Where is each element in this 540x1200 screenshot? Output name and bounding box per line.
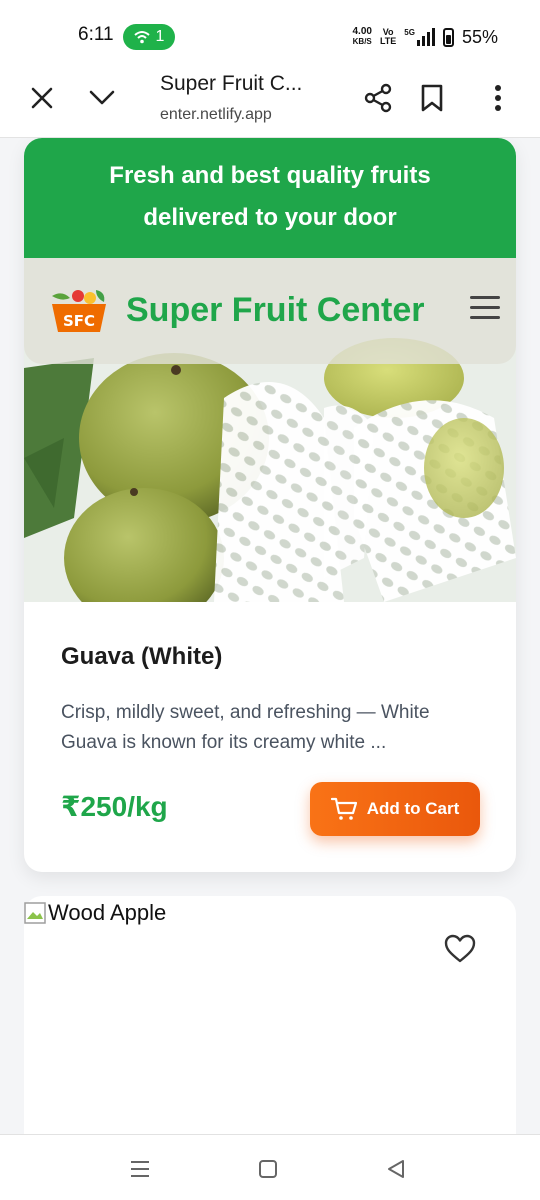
promo-line-1: Fresh and best quality fruits bbox=[109, 162, 431, 189]
fruit-basket-logo-icon: SFC bbox=[52, 290, 106, 332]
recent-apps-button[interactable] bbox=[126, 1155, 154, 1183]
product-description: Crisp, mildly sweet, and refreshing — Wh… bbox=[61, 702, 430, 753]
signal-group: 5G bbox=[404, 28, 435, 46]
net-speed-unit: KB/S bbox=[352, 37, 372, 46]
image-alt-text: Wood Apple bbox=[48, 900, 167, 925]
bookmark-icon bbox=[421, 84, 443, 112]
product-card: Fresh and best quality fruits delivered … bbox=[24, 138, 516, 872]
add-to-cart-button[interactable]: Add to Cart bbox=[310, 782, 480, 836]
chevron-down-icon bbox=[89, 90, 115, 105]
hamburger-menu-button[interactable] bbox=[470, 296, 500, 322]
page-url: enter.netlify.app bbox=[160, 106, 272, 123]
status-icons: 4.00 KB/S Vo LTE 5G 55% bbox=[352, 24, 498, 50]
volte-bottom: LTE bbox=[379, 36, 397, 46]
network-speed: 4.00 KB/S bbox=[352, 27, 371, 47]
product-card-2: Wood Apple bbox=[24, 896, 516, 1134]
net-speed-value: 4.00 bbox=[352, 26, 372, 37]
close-tab-button[interactable] bbox=[22, 78, 62, 118]
web-page: Fresh and best quality fruits delivered … bbox=[0, 138, 540, 1134]
status-time: 6:11 bbox=[78, 24, 114, 45]
recents-icon bbox=[131, 1161, 149, 1177]
page-title: Super Fruit C... bbox=[160, 72, 303, 95]
wifi-hotspot-icon bbox=[133, 31, 150, 44]
favorite-button[interactable] bbox=[444, 934, 478, 968]
bookmark-button[interactable] bbox=[412, 78, 452, 118]
back-triangle-icon bbox=[388, 1160, 404, 1178]
close-icon bbox=[31, 87, 53, 109]
network-type: 5G bbox=[404, 28, 415, 37]
battery-icon bbox=[442, 27, 454, 47]
promo-banner: Fresh and best quality fruits delivered … bbox=[24, 138, 516, 258]
battery-level: 55% bbox=[461, 26, 498, 47]
address-bar[interactable]: Super Fruit C... enter.netlify.app bbox=[160, 70, 350, 124]
heart-icon bbox=[444, 934, 476, 963]
system-nav-bar bbox=[0, 1134, 540, 1200]
home-square-icon bbox=[259, 1160, 277, 1178]
home-button[interactable] bbox=[254, 1155, 282, 1183]
site-header: SFC Super Fruit Center bbox=[24, 258, 516, 364]
share-button[interactable] bbox=[358, 78, 398, 118]
menu-icon bbox=[470, 296, 500, 299]
share-icon bbox=[364, 83, 392, 113]
hotspot-indicator: 1 bbox=[123, 24, 175, 50]
promo-line-2: delivered to your door bbox=[143, 204, 397, 231]
status-bar: 6:11 1 4.00 KB/S Vo LTE 5G 55% bbox=[0, 0, 540, 70]
broken-image-icon bbox=[24, 902, 46, 924]
volte-indicator: Vo LTE bbox=[380, 28, 396, 46]
signal-icon bbox=[416, 28, 435, 46]
back-button[interactable] bbox=[382, 1155, 410, 1183]
collapse-button[interactable] bbox=[82, 78, 122, 118]
add-to-cart-label: Add to Cart bbox=[366, 799, 460, 818]
brand-name[interactable]: Super Fruit Center bbox=[126, 291, 424, 330]
cart-icon bbox=[330, 797, 357, 820]
product-name[interactable]: Guava (White) bbox=[61, 643, 222, 671]
browser-toolbar: Super Fruit C... enter.netlify.app bbox=[0, 70, 540, 138]
product-price: ₹250/kg bbox=[61, 791, 168, 822]
logo-text: SFC bbox=[63, 312, 95, 330]
site-logo[interactable]: SFC bbox=[48, 288, 110, 336]
more-vert-icon bbox=[495, 85, 501, 111]
product-image-broken[interactable]: Wood Apple bbox=[24, 900, 166, 926]
more-options-button[interactable] bbox=[478, 78, 518, 118]
hotspot-count: 1 bbox=[155, 28, 165, 45]
